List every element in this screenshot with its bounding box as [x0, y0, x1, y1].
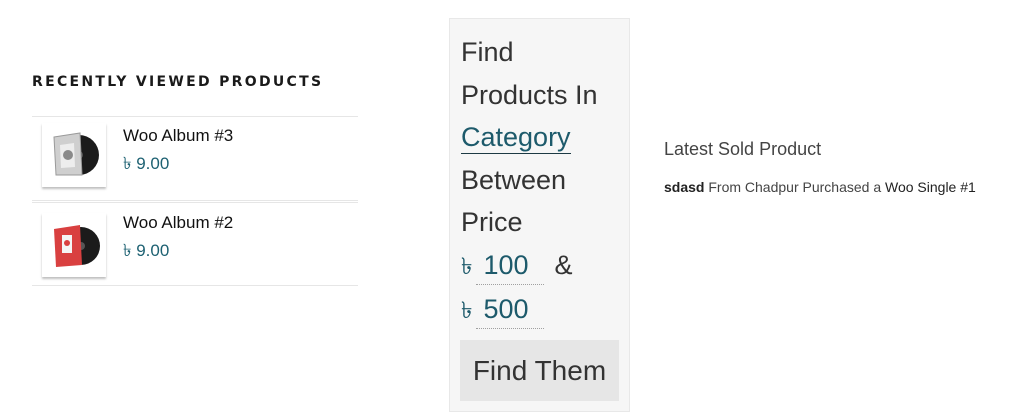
and-text: &: [554, 249, 573, 280]
products-in-text: Products In: [461, 79, 598, 110]
recently-viewed-widget: RECENTLY VIEWED PRODUCTS Woo Album #3 ৳ …: [32, 74, 358, 286]
currency-symbol: ৳: [461, 253, 473, 280]
find-text: Find: [461, 37, 514, 67]
min-price-input[interactable]: 100: [476, 246, 545, 285]
purchase-text: From Chadpur Purchased a: [704, 179, 885, 195]
category-select[interactable]: Category: [461, 122, 571, 154]
currency-symbol: ৳: [461, 298, 473, 324]
list-item[interactable]: Woo Album #3 ৳ 9.00: [32, 117, 358, 201]
find-products-widget: Find Products In Category Between Price …: [449, 18, 630, 412]
buyer-name: sdasd: [664, 179, 705, 195]
album-cover-icon: [42, 213, 106, 277]
album-cover-icon: [42, 123, 106, 187]
product-thumbnail[interactable]: [42, 123, 106, 187]
product-price: ৳ 9.00: [123, 241, 170, 260]
price-text: Price: [461, 207, 523, 237]
find-them-button[interactable]: Find Them: [460, 340, 619, 401]
product-list: Woo Album #3 ৳ 9.00 Woo Album #2 ৳ 9.00: [32, 116, 358, 286]
product-name-link[interactable]: Woo Album #2: [123, 213, 233, 233]
product-name-link[interactable]: Woo Album #3: [123, 126, 233, 146]
widget-title: RECENTLY VIEWED PRODUCTS: [32, 74, 324, 90]
between-text: Between: [461, 164, 567, 195]
find-products-sentence: Find Products In Category Between Price …: [461, 31, 598, 333]
list-item[interactable]: Woo Album #2 ৳ 9.00: [32, 202, 358, 286]
product-price: ৳ 9.00: [123, 154, 170, 173]
sold-product-link[interactable]: Woo Single #1: [885, 179, 976, 195]
latest-sold-entry: sdasd From Chadpur Purchased a Woo Singl…: [664, 179, 976, 195]
product-thumbnail[interactable]: [42, 213, 106, 277]
max-price-input[interactable]: 500: [476, 290, 545, 329]
latest-sold-title: Latest Sold Product: [664, 139, 822, 159]
